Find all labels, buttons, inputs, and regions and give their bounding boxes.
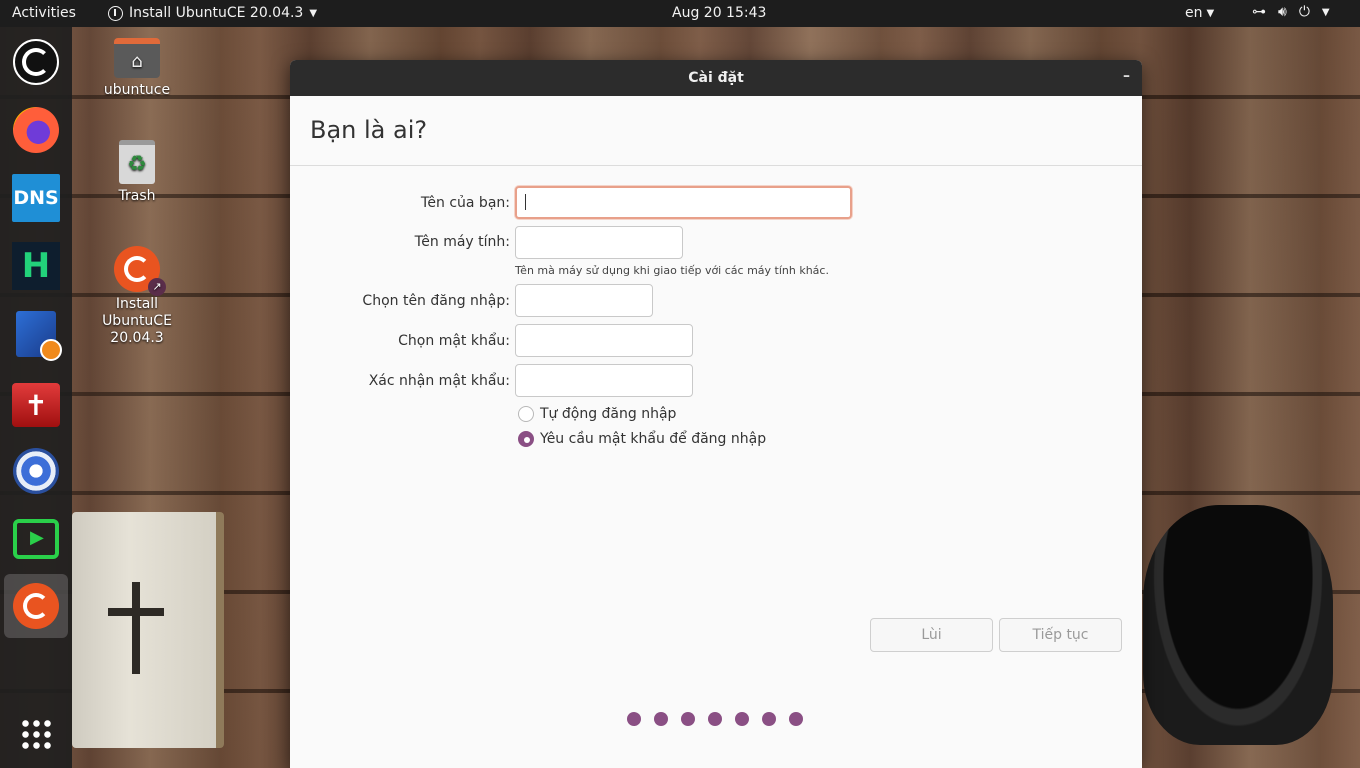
red-app-icon: ✝: [12, 383, 60, 427]
dock-item-red-app[interactable]: ✝: [10, 379, 62, 431]
chevron-down-icon: ▼: [1206, 7, 1215, 19]
desktop-icon-installer[interactable]: ↗ Install UbuntuCE 20.04.3: [82, 246, 192, 347]
auto-login-label: Tự động đăng nhập: [540, 406, 677, 422]
h-app-icon: H: [12, 242, 60, 290]
dns-icon: DNS: [12, 174, 60, 222]
dock-item-show-apps[interactable]: [10, 708, 62, 760]
dock-item-book-app[interactable]: [10, 308, 62, 361]
heading-area: Bạn là ai?: [290, 96, 1142, 166]
activities-button[interactable]: Activities: [12, 5, 76, 21]
confirm-password-label: Xác nhận mật khẩu:: [368, 373, 510, 389]
page-title: Bạn là ai?: [310, 116, 428, 144]
window-title: Cài đặt: [688, 70, 744, 86]
step-dot: [627, 712, 641, 726]
firefox-icon: [13, 107, 59, 153]
network-icon: ⊶: [1252, 4, 1266, 20]
confirm-password-field[interactable]: [515, 364, 693, 397]
auto-login-radio[interactable]: [518, 406, 534, 422]
desktop-icon-label: Install UbuntuCE 20.04.3: [102, 296, 172, 346]
username-field[interactable]: [515, 284, 653, 317]
ubuntuce-installer-icon: [13, 583, 59, 629]
app-menu[interactable]: Install UbuntuCE 20.04.3 ▼: [108, 5, 317, 21]
wallpaper-mug-decoration: [1143, 505, 1333, 745]
text-cursor: [525, 194, 526, 210]
back-button[interactable]: Lùi: [870, 618, 993, 652]
ubuntu-icon: [13, 39, 59, 85]
minimize-icon[interactable]: –: [1123, 68, 1130, 84]
require-password-option[interactable]: Yêu cầu mật khẩu để đăng nhập: [518, 431, 766, 447]
dock-item-green-app[interactable]: [10, 513, 62, 565]
chevron-down-icon: ▼: [309, 7, 318, 19]
top-bar: Activities Install UbuntuCE 20.04.3 ▼ Au…: [0, 0, 1360, 27]
continue-button[interactable]: Tiếp tục: [999, 618, 1122, 652]
input-language-menu[interactable]: en ▼: [1185, 5, 1214, 21]
wallpaper-book-decoration: [72, 512, 224, 748]
green-app-icon: [13, 519, 59, 559]
step-dot: [654, 712, 668, 726]
installer-window: Cài đặt – Bạn là ai? Tên của bạn: Tên má…: [290, 60, 1142, 768]
installer-app-icon: [108, 5, 123, 21]
name-field[interactable]: [515, 186, 852, 219]
username-label: Chọn tên đăng nhập:: [362, 293, 510, 309]
ubuntuce-installer-icon: ↗: [114, 246, 166, 296]
volume-icon: 🔊︎: [1278, 4, 1287, 20]
dock-item-ubuntuce-installer[interactable]: [4, 574, 68, 638]
desktop-icon-home[interactable]: ⌂ ubuntuce: [82, 38, 192, 98]
computer-name-hint: Tên mà máy sử dụng khi giao tiếp với các…: [515, 264, 829, 277]
system-tray[interactable]: ⊶ 🔊︎ ⏻ ▼: [1252, 4, 1330, 20]
app-menu-label: Install UbuntuCE 20.04.3: [129, 5, 304, 21]
desktop-icon-label: Trash: [118, 188, 156, 204]
name-label: Tên của bạn:: [420, 195, 510, 211]
dock-item-swirl-app[interactable]: [10, 445, 62, 497]
dock-item-dns[interactable]: DNS: [10, 172, 62, 224]
password-label: Chọn mật khẩu:: [398, 333, 510, 349]
dock-item-h-app[interactable]: H: [10, 240, 62, 292]
trash-icon: ♻: [119, 140, 155, 184]
auto-login-option[interactable]: Tự động đăng nhập: [518, 406, 676, 422]
password-field[interactable]: [515, 324, 693, 357]
clock[interactable]: Aug 20 15:43: [672, 5, 766, 21]
require-password-radio[interactable]: [518, 431, 534, 447]
step-dot: [708, 712, 722, 726]
step-dot: [789, 712, 803, 726]
app-grid-icon: [20, 718, 52, 750]
shortcut-arrow-icon: ↗: [148, 278, 166, 296]
dock-item-ubuntu[interactable]: [10, 36, 62, 88]
desktop-icon-label: ubuntuce: [103, 82, 171, 98]
step-dot: [735, 712, 749, 726]
home-folder-icon: ⌂: [114, 38, 160, 78]
computer-name-field[interactable]: [515, 226, 683, 259]
chevron-down-icon: ▼: [1321, 6, 1330, 18]
dock: DNS H ✝: [0, 27, 72, 768]
window-titlebar[interactable]: Cài đặt –: [290, 60, 1142, 96]
dock-item-firefox[interactable]: [10, 104, 62, 156]
desktop-icon-trash[interactable]: ♻ Trash: [82, 140, 192, 204]
step-dot: [762, 712, 776, 726]
book-app-icon: [16, 311, 62, 361]
language-label: en: [1185, 5, 1203, 21]
computer-name-label: Tên máy tính:: [414, 234, 510, 250]
step-progress: [627, 712, 803, 726]
step-dot: [681, 712, 695, 726]
require-password-label: Yêu cầu mật khẩu để đăng nhập: [540, 431, 767, 447]
power-icon: ⏻: [1298, 4, 1310, 20]
swirl-app-icon: [13, 448, 59, 494]
